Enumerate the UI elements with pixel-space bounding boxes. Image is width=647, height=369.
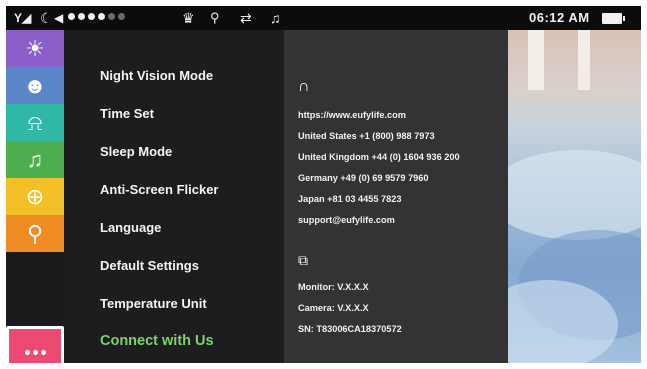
more-icon [24, 349, 46, 355]
volume-level-dots [68, 13, 125, 20]
settings-menu: Night Vision Mode Time Set Sleep Mode An… [64, 30, 284, 363]
phone-japan: Japan +81 03 4455 7823 [298, 194, 402, 204]
camera-feed-image [508, 30, 641, 363]
sidebar-item-brightness[interactable]: ☀ [6, 30, 64, 67]
baby-icon: ☻ [23, 72, 47, 98]
support-email: support@eufylife.com [298, 215, 395, 225]
status-bar: Y◢ ☾ ◀ ♛ ⚲ ⇄ ♫ 06:12 AM [6, 6, 641, 30]
music-note-icon: ♫ [270, 10, 281, 26]
serial-number: SN: T83006CA18370572 [298, 324, 402, 334]
menu-item-time-set[interactable]: Time Set [100, 106, 154, 121]
zoom-icon: ⊕ [25, 183, 45, 209]
phone-us: United States +1 (800) 988 7973 [298, 131, 435, 141]
menu-item-temperature-unit[interactable]: Temperature Unit [100, 296, 207, 311]
website-url: https://www.eufylife.com [298, 110, 406, 120]
menu-item-sleep-mode[interactable]: Sleep Mode [100, 144, 172, 159]
signal-icon: Y◢ [14, 11, 32, 25]
battery-icon [602, 13, 625, 24]
thermometer-icon: ⚲ [26, 220, 44, 246]
device-info-icon: ⧉ [298, 252, 308, 268]
headset-icon: ∩ [298, 78, 310, 95]
crib-rail [578, 30, 590, 90]
alarm-light-icon: ⍾ [27, 109, 43, 135]
camera-temp-icon: ⚲ [210, 10, 220, 25]
brightness-icon: ☀ [25, 35, 45, 61]
sidebar-item-more[interactable] [6, 326, 64, 363]
camera-version: Camera: V.X.X.X [298, 303, 369, 313]
monitor-version: Monitor: V.X.X.X [298, 282, 369, 292]
connect-info-panel: ∩ https://www.eufylife.com United States… [284, 30, 508, 363]
sidebar-item-alarm[interactable]: ⍾ [6, 104, 64, 141]
sidebar-item-lullaby[interactable]: ♫ [6, 141, 64, 178]
speaker-icon: ◀ [54, 11, 64, 25]
menu-item-language[interactable]: Language [100, 220, 161, 235]
phone-uk: United Kingdom +44 (0) 1604 936 200 [298, 152, 460, 162]
menu-item-night-vision[interactable]: Night Vision Mode [100, 68, 213, 83]
menu-item-connect-with-us[interactable]: Connect with Us [100, 333, 214, 349]
sidebar-item-temperature[interactable]: ⚲ [6, 215, 64, 252]
function-sidebar: ☀ ☻ ⍾ ♫ ⊕ ⚲ [6, 30, 64, 363]
sidebar-item-zoom[interactable]: ⊕ [6, 178, 64, 215]
lullaby-light-icon: ♛ [182, 10, 195, 26]
menu-item-default-settings[interactable]: Default Settings [100, 258, 199, 273]
clock-time: 06:12 AM [529, 10, 590, 25]
crib-rail [528, 30, 544, 90]
sidebar-item-baby[interactable]: ☻ [6, 67, 64, 104]
menu-item-anti-screen-flicker[interactable]: Anti-Screen Flicker [100, 182, 219, 197]
loop-icon: ⇄ [240, 10, 252, 26]
moon-icon: ☾ [40, 10, 53, 26]
sidebar-spacer [6, 252, 64, 300]
phone-germany: Germany +49 (0) 69 9579 7960 [298, 173, 429, 183]
baby-monitor-screen: Y◢ ☾ ◀ ♛ ⚲ ⇄ ♫ 06:12 AM ☀ ☻ ⍾ ♫ ⊕ ⚲ Nigh… [6, 6, 641, 363]
blanket-fold [508, 150, 641, 240]
lullaby-icon: ♫ [26, 146, 44, 172]
